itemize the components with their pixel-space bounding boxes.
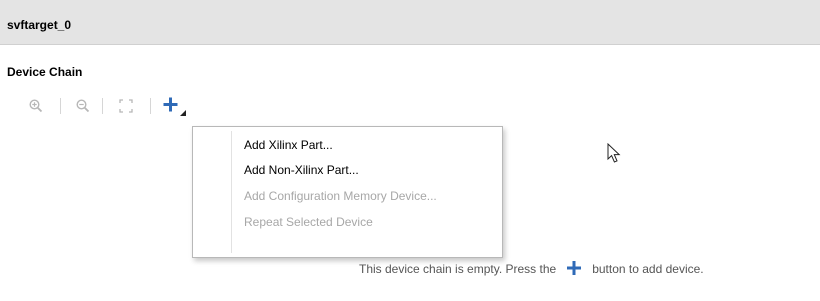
toolbar-separator [102,98,103,114]
add-icon [566,260,582,279]
panel-title: svftarget_0 [7,18,72,32]
menu-item-repeat-selected-device: Repeat Selected Device [244,215,373,229]
mouse-cursor-icon [607,142,625,168]
zoom-out-icon[interactable] [72,88,94,124]
menu-item-add-xilinx-part[interactable]: Add Xilinx Part... [244,134,333,156]
toolbar [0,88,820,124]
section-title: Device Chain [7,65,83,79]
panel-title-bar: svftarget_0 [0,0,820,45]
add-device-button[interactable] [161,88,191,124]
empty-message-text: This device chain is empty. Press the [359,262,557,276]
menu-icon-gutter [231,131,232,253]
toolbar-separator [60,98,61,114]
menu-item-add-config-memory-device: Add Configuration Memory Device... [244,189,437,203]
empty-chain-message: This device chain is empty. Press the bu… [359,260,704,278]
toolbar-separator [150,98,151,114]
add-device-menu: Add Xilinx Part... Add Non-Xilinx Part..… [192,126,503,258]
empty-message-text-suffix: button to add device. [592,262,704,276]
zoom-in-icon[interactable] [25,88,47,124]
fit-icon[interactable] [115,88,137,124]
menu-item-add-non-xilinx-part[interactable]: Add Non-Xilinx Part... [244,159,359,181]
add-device-icon [163,97,186,116]
